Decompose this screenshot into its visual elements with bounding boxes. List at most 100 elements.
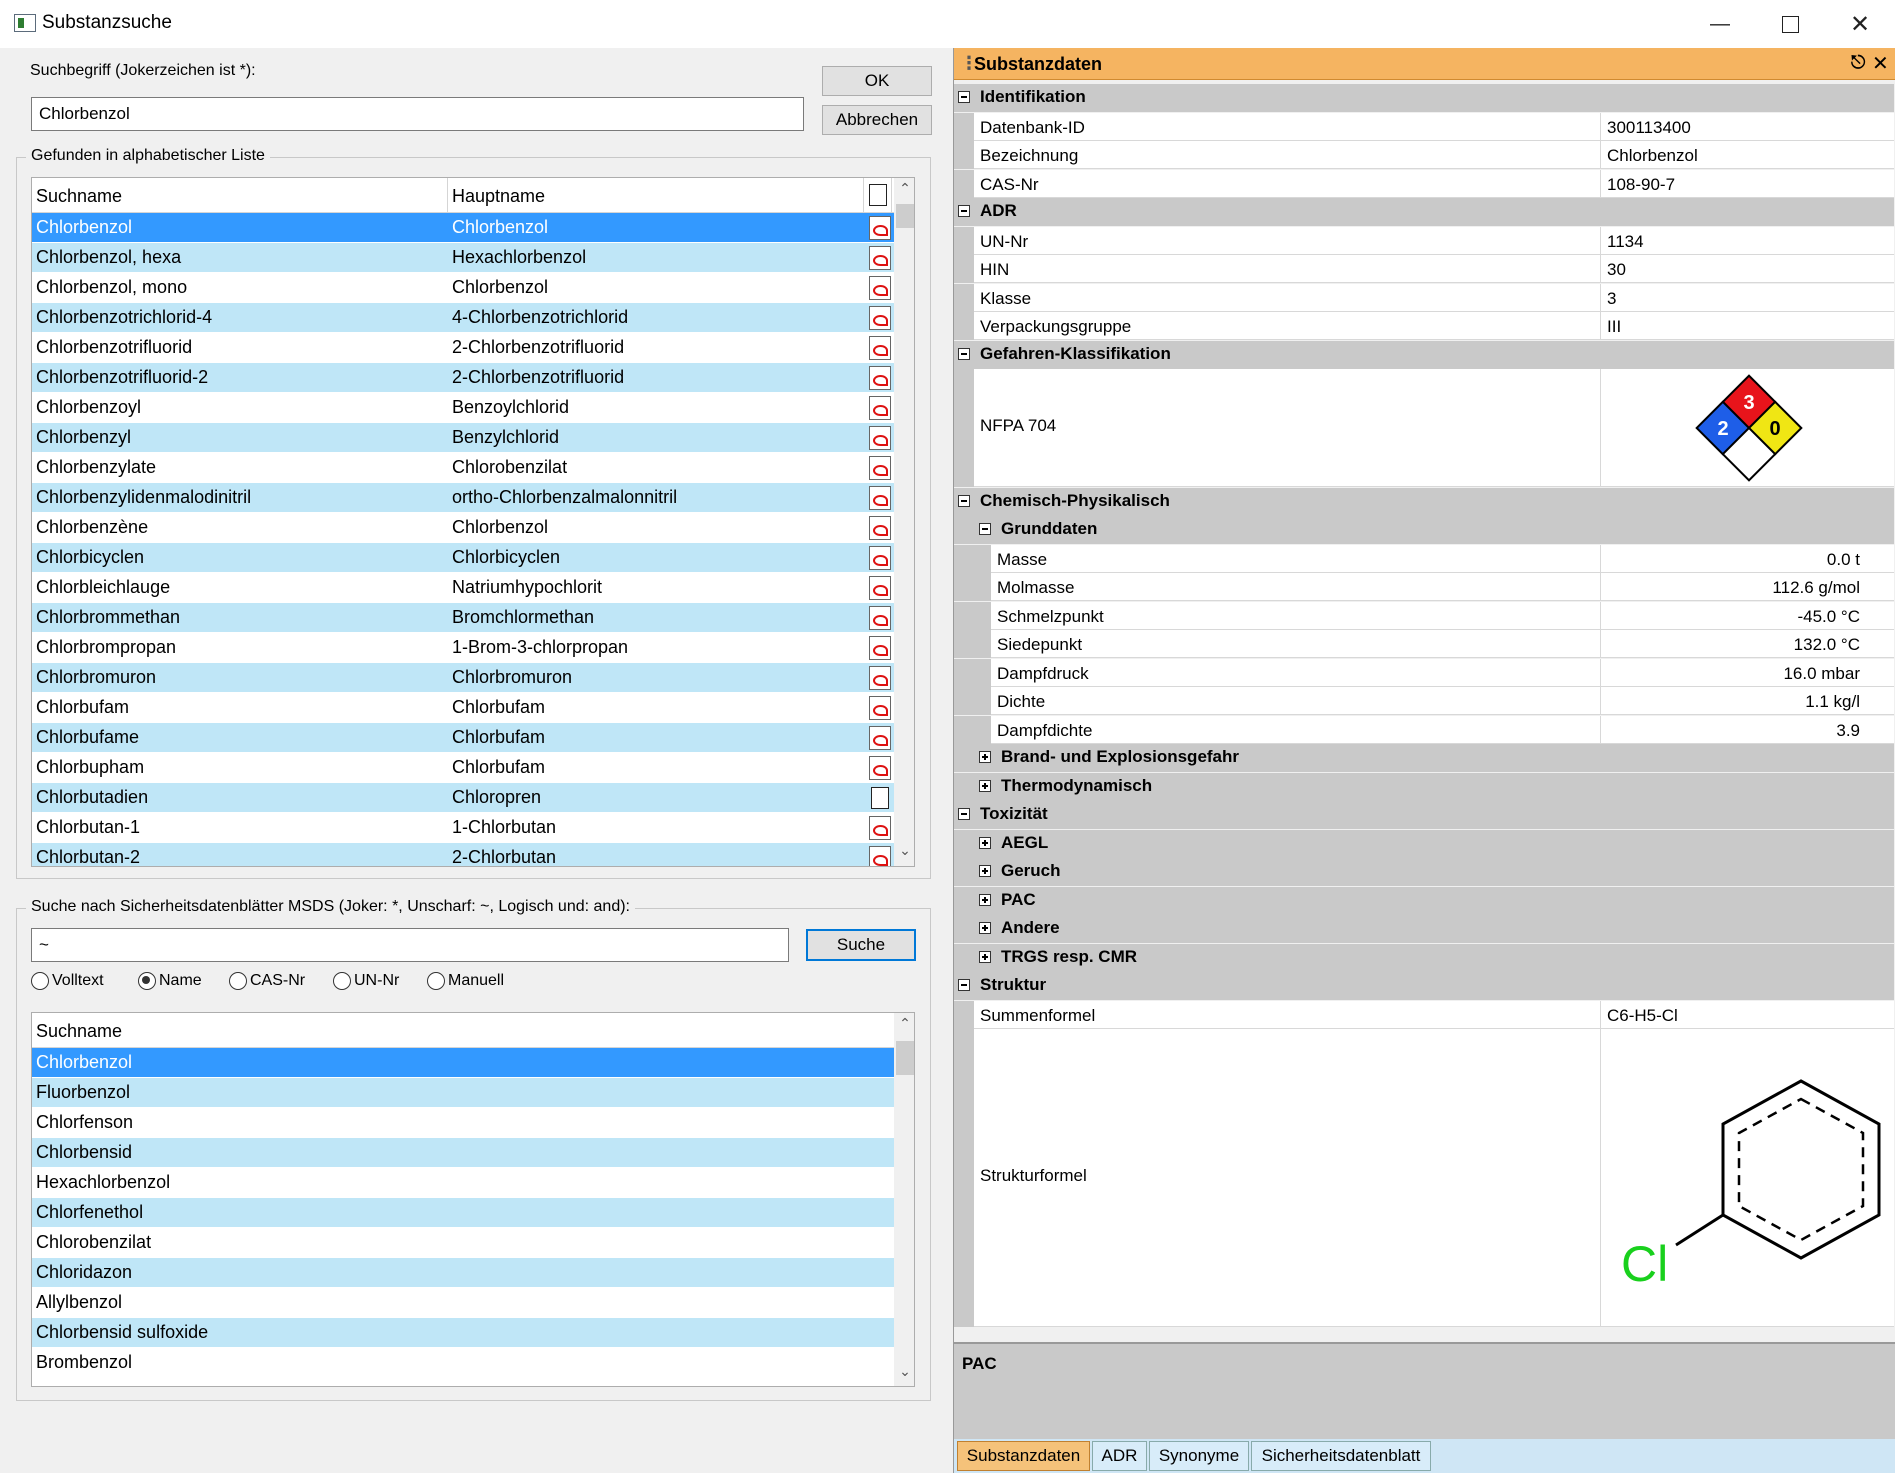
scroll-thumb[interactable]: [896, 1041, 914, 1075]
msds-scrollbar[interactable]: ⌃ ⌄: [894, 1013, 914, 1386]
row-strukturformel[interactable]: Strukturformel Cl: [954, 1029, 1894, 1327]
row-dampfdichte[interactable]: Dampfdichte 3.9: [954, 715, 1894, 744]
table-row[interactable]: Chlorbenzylate Chlorobenzilat: [32, 453, 914, 483]
radio-button[interactable]: [229, 972, 247, 990]
ok-button[interactable]: OK: [822, 66, 932, 96]
radio-button[interactable]: [427, 972, 445, 990]
close-button[interactable]: ✕: [1825, 0, 1895, 48]
table-row[interactable]: Chlorbufam Chlorbufam: [32, 693, 914, 723]
expand-icon[interactable]: [979, 865, 991, 877]
expand-icon[interactable]: [979, 950, 991, 963]
row-nfpa-704[interactable]: NFPA 704 3 2 0: [954, 369, 1894, 487]
property-value[interactable]: 16.0 mbar: [1600, 658, 1894, 687]
cell-document[interactable]: [864, 755, 892, 780]
collapse-icon[interactable]: [979, 523, 991, 535]
table-row[interactable]: Chlorbicyclen Chlorbicyclen: [32, 543, 914, 573]
msds-search-input[interactable]: ~: [31, 928, 789, 962]
row-hin[interactable]: HIN 30: [954, 255, 1894, 283]
list-item[interactable]: Chlorbensid sulfoxide: [32, 1318, 914, 1348]
table-row[interactable]: Chlorbenzol, mono Chlorbenzol: [32, 273, 914, 303]
search-input[interactable]: Chlorbenzol: [31, 97, 804, 131]
table-row[interactable]: Chlorbenzylidenmalodinitril ortho-Chlorbe…: [32, 483, 914, 513]
table-row[interactable]: Chlorbenzoyl Benzoylchlorid: [32, 393, 914, 423]
category-trgs[interactable]: TRGS resp. CMR: [954, 943, 1894, 972]
property-value[interactable]: Cl: [1600, 1029, 1894, 1327]
radio-cas-nr[interactable]: CAS-Nr: [229, 972, 305, 990]
cell-document[interactable]: [864, 425, 892, 450]
row-dichte[interactable]: Dichte 1.1 kg/l: [954, 687, 1894, 715]
found-list[interactable]: Suchname Hauptname Chlorbenzol Chlorbenzo…: [31, 177, 915, 867]
table-row[interactable]: Chlorbenzotrifluorid-2 2-Chlorbenzotriflu…: [32, 363, 914, 393]
property-value[interactable]: 3: [1600, 283, 1894, 312]
row-cas-nr[interactable]: CAS-Nr 108-90-7: [954, 169, 1894, 198]
table-row[interactable]: Chlorbufame Chlorbufam: [32, 723, 914, 753]
table-row[interactable]: Chlorbrommethan Bromchlormethan: [32, 603, 914, 633]
collapse-icon[interactable]: [958, 91, 970, 103]
table-row[interactable]: Chlorbromuron Chlorbromuron: [32, 663, 914, 693]
property-value[interactable]: Chlorbenzol: [1600, 141, 1894, 169]
row-datenbank-id[interactable]: Datenbank-ID 300113400: [954, 112, 1894, 141]
cell-document[interactable]: [864, 605, 892, 630]
row-masse[interactable]: Masse 0.0 t: [954, 544, 1894, 573]
tab-adr[interactable]: ADR: [1092, 1441, 1147, 1471]
list-item[interactable]: Chlorobenzilat: [32, 1228, 914, 1258]
property-value[interactable]: 112.6 g/mol: [1600, 573, 1894, 601]
row-dampfdruck[interactable]: Dampfdruck 16.0 mbar: [954, 658, 1894, 687]
collapse-icon[interactable]: [958, 808, 970, 820]
category-chemisch-physikalisch[interactable]: Chemisch-Physikalisch: [954, 487, 1894, 516]
scroll-up-arrow-icon[interactable]: ⌃: [894, 180, 914, 197]
property-value[interactable]: 300113400: [1600, 112, 1894, 141]
radio-manuell[interactable]: Manuell: [427, 972, 504, 990]
category-adr[interactable]: ADR: [954, 198, 1894, 226]
property-value[interactable]: 3.9: [1600, 715, 1894, 744]
expand-icon[interactable]: [979, 836, 991, 849]
cell-document[interactable]: [864, 485, 892, 510]
list-item[interactable]: Chlorfenson: [32, 1108, 914, 1138]
column-header-suchname[interactable]: Suchname: [32, 1013, 894, 1047]
close-panel-icon[interactable]: ✕: [1872, 51, 1889, 76]
table-row[interactable]: Chlorbrompropan 1-Brom-3-chlorpropan: [32, 633, 914, 663]
radio-name[interactable]: Name: [138, 972, 202, 990]
cell-document[interactable]: [864, 335, 892, 360]
found-scrollbar[interactable]: ⌃ ⌄: [894, 178, 914, 866]
msds-list[interactable]: Suchname Chlorbenzol Fluorbenzol Chlorfens…: [31, 1012, 915, 1387]
category-aegl[interactable]: AEGL: [954, 829, 1894, 858]
minimize-button[interactable]: —: [1685, 0, 1755, 48]
collapse-icon[interactable]: [958, 979, 970, 991]
cancel-button[interactable]: Abbrechen: [822, 105, 932, 135]
table-row[interactable]: Chlorbutan-2 2-Chlorbutan: [32, 843, 914, 866]
row-summenformel[interactable]: Summenformel C6-H5-Cl: [954, 1000, 1894, 1029]
column-header-suchname[interactable]: Suchname: [32, 178, 448, 212]
cell-document[interactable]: [864, 365, 892, 390]
list-item[interactable]: Chlorfenethol: [32, 1198, 914, 1228]
table-row[interactable]: Chlorbupham Chlorbufam: [32, 753, 914, 783]
category-brand-explosionsgefahr[interactable]: Brand- und Explosionsgefahr: [954, 744, 1894, 772]
tab-synonyme[interactable]: Synonyme: [1149, 1441, 1249, 1471]
msds-search-button[interactable]: Suche: [806, 929, 916, 961]
list-item[interactable]: Fluorbenzol: [32, 1078, 914, 1108]
row-bezeichnung[interactable]: Bezeichnung Chlorbenzol: [954, 141, 1894, 169]
maximize-button[interactable]: [1755, 0, 1825, 48]
list-item[interactable]: Allylbenzol: [32, 1288, 914, 1318]
cell-document[interactable]: [864, 275, 892, 300]
collapse-icon[interactable]: [958, 205, 970, 217]
table-row[interactable]: Chlorbenzène Chlorbenzol: [32, 513, 914, 543]
radio-volltext[interactable]: Volltext: [31, 972, 104, 990]
list-item[interactable]: Chlorbenzol: [32, 1048, 914, 1078]
cell-document[interactable]: [864, 575, 892, 600]
list-item[interactable]: Brombenzol: [32, 1348, 914, 1378]
row-molmasse[interactable]: Molmasse 112.6 g/mol: [954, 573, 1894, 601]
category-grunddaten[interactable]: Grunddaten: [954, 516, 1894, 544]
property-value[interactable]: 30: [1600, 255, 1894, 283]
row-schmelzpunkt[interactable]: Schmelzpunkt -45.0 °C: [954, 601, 1894, 630]
cell-document[interactable]: [864, 815, 892, 840]
collapse-icon[interactable]: [958, 494, 970, 507]
row-siedepunkt[interactable]: Siedepunkt 132.0 °C: [954, 630, 1894, 658]
property-value[interactable]: 1.1 kg/l: [1600, 687, 1894, 715]
category-pac[interactable]: PAC: [954, 886, 1894, 915]
category-struktur[interactable]: Struktur: [954, 972, 1894, 1000]
collapse-icon[interactable]: [958, 347, 970, 360]
cell-document[interactable]: [864, 395, 892, 420]
table-row[interactable]: Chlorbutan-1 1-Chlorbutan: [32, 813, 914, 843]
category-gefahren[interactable]: Gefahren-Klassifikation: [954, 340, 1894, 369]
